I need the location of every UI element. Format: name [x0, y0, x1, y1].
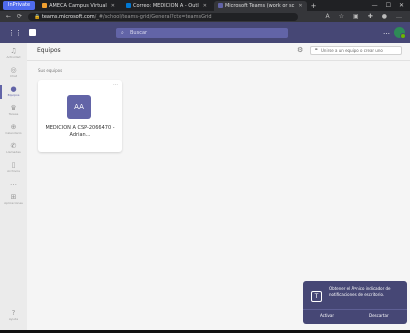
- minimize-icon[interactable]: —: [372, 2, 378, 9]
- rail-item-files[interactable]: ▯ Archivos: [0, 159, 27, 177]
- chat-icon: ◎: [10, 66, 17, 74]
- rail-label: Actividad: [6, 55, 21, 59]
- rail-item-help[interactable]: ? Ayuda: [0, 307, 27, 325]
- help-icon: ?: [11, 309, 16, 317]
- teams-notification-icon: T: [311, 291, 322, 302]
- team-name: MEDICION A CSP-2066470 - Adrian...: [45, 125, 115, 138]
- team-card[interactable]: … AA MEDICION A CSP-2066470 - Adrian...: [38, 80, 122, 152]
- rail-label: Ayuda: [8, 317, 19, 321]
- address-bar: ← ⟳ 🔒 teams.microsoft.com/_#/school/team…: [0, 11, 410, 22]
- maximize-icon[interactable]: ☐: [386, 2, 391, 9]
- rail-item-teams[interactable]: ● Equipos: [0, 83, 27, 101]
- rail-item-chat[interactable]: ◎ Chat: [0, 64, 27, 82]
- tab-favicon-icon: [42, 3, 48, 8]
- url-path: /_#/school/teams-grid/General?ctx=teamsG…: [94, 13, 212, 20]
- search-placeholder: Buscar: [130, 30, 148, 36]
- user-avatar[interactable]: [394, 27, 406, 39]
- teams-icon: ●: [10, 85, 17, 93]
- apps-icon: ⊞: [10, 193, 17, 201]
- enable-notifications-button[interactable]: Activar: [320, 313, 334, 318]
- tab-favicon-icon: [217, 3, 223, 8]
- close-window-icon[interactable]: ✕: [399, 2, 404, 9]
- notification-divider: [303, 309, 407, 310]
- section-label: Sus equipos: [38, 68, 63, 73]
- desktop-notification-prompt: T Obtener el Ãºnico indicador de notific…: [303, 281, 407, 324]
- rail-label: Equipos: [7, 93, 20, 97]
- profile-icon[interactable]: ●: [382, 13, 387, 20]
- browser-tab-campus[interactable]: AMECA Campus Virtual ✕: [38, 1, 119, 11]
- url-field[interactable]: 🔒 teams.microsoft.com/_#/school/teams-gr…: [28, 12, 299, 21]
- tab-label: Microsoft Teams (work or sc: [224, 2, 295, 9]
- tab-label: Correo: MEDICION A - Outl: [132, 2, 199, 9]
- browser-tab-teams[interactable]: Microsoft Teams (work or sc ✕: [213, 0, 307, 11]
- add-team-icon: ⚭: [314, 47, 319, 53]
- browser-toolbar-icons: A ☆ ▣ ✚ ● …: [326, 13, 410, 20]
- gear-icon[interactable]: ⚙: [297, 46, 303, 54]
- browser-tab-strip: InPrivate AMECA Campus Virtual ✕ Correo:…: [0, 0, 410, 11]
- join-button-label: Unirse a un equipo o crear uno: [321, 48, 383, 53]
- notification-text: Obtener el Ãºnico indicador de notificac…: [329, 286, 391, 297]
- more-icon: …: [10, 179, 17, 187]
- rail-label: Llamadas: [6, 150, 21, 154]
- refresh-icon[interactable]: ⟳: [17, 13, 22, 20]
- rail-item-apps[interactable]: ⊞ Aplicaciones: [0, 191, 27, 209]
- teams-logo-icon: [29, 29, 36, 36]
- app-launcher-icon[interactable]: ⋮⋮: [8, 29, 22, 37]
- calls-icon: ✆: [10, 142, 17, 150]
- calendar-icon: ⊕: [10, 123, 17, 131]
- rail-label: Chat: [9, 74, 17, 78]
- tab-label: AMECA Campus Virtual: [49, 2, 107, 9]
- team-more-options-icon[interactable]: …: [113, 81, 118, 87]
- search-input[interactable]: ⌕ Buscar: [116, 28, 288, 38]
- bell-icon: ♫: [10, 47, 17, 55]
- lock-icon: 🔒: [34, 13, 41, 20]
- inprivate-badge[interactable]: InPrivate: [3, 1, 36, 10]
- app-rail: ♫ Actividad ◎ Chat ● Equipos ♛ Tareas ⊕ …: [0, 43, 27, 333]
- dismiss-notifications-button[interactable]: Descartar: [369, 313, 389, 318]
- files-icon: ▯: [11, 161, 16, 169]
- search-icon: ⌕: [121, 30, 124, 36]
- url-host: teams.microsoft.com: [41, 13, 95, 20]
- header-divider: [27, 60, 410, 61]
- rail-label: Aplicaciones: [4, 201, 23, 205]
- settings-more-icon[interactable]: …: [396, 13, 402, 20]
- new-tab-button[interactable]: +: [311, 2, 317, 10]
- more-options-icon[interactable]: …: [383, 28, 390, 36]
- rail-label: Tareas: [8, 112, 19, 116]
- collections-icon[interactable]: ▣: [353, 13, 359, 20]
- rail-item-calendar[interactable]: ⊕ Calendario: [0, 121, 27, 139]
- read-aloud-icon[interactable]: A: [326, 13, 330, 20]
- tab-favicon-icon: [125, 3, 131, 8]
- close-tab-icon[interactable]: ✕: [111, 1, 115, 11]
- rail-label: Archivos: [7, 169, 20, 173]
- rail-label: Calendario: [5, 131, 22, 135]
- rail-item-activity[interactable]: ♫ Actividad: [0, 45, 27, 63]
- close-tab-icon[interactable]: ✕: [298, 1, 302, 11]
- join-or-create-team-button[interactable]: ⚭ Unirse a un equipo o crear uno: [310, 46, 402, 55]
- rail-item-calls[interactable]: ✆ Llamadas: [0, 140, 27, 158]
- close-tab-icon[interactable]: ✕: [203, 1, 207, 11]
- rail-item-assignments[interactable]: ♛ Tareas: [0, 102, 27, 120]
- assignments-icon: ♛: [10, 104, 17, 112]
- favorite-star-icon[interactable]: ☆: [339, 13, 344, 20]
- back-icon[interactable]: ←: [6, 13, 11, 20]
- browser-tab-mail[interactable]: Correo: MEDICION A - Outl ✕: [122, 1, 211, 11]
- window-controls: — ☐ ✕: [372, 2, 410, 9]
- team-avatar: AA: [67, 95, 91, 119]
- teams-header: ⋮⋮ ⌕ Buscar …: [0, 22, 410, 43]
- page-title: Equipos: [37, 47, 61, 54]
- extensions-icon[interactable]: ✚: [368, 13, 373, 20]
